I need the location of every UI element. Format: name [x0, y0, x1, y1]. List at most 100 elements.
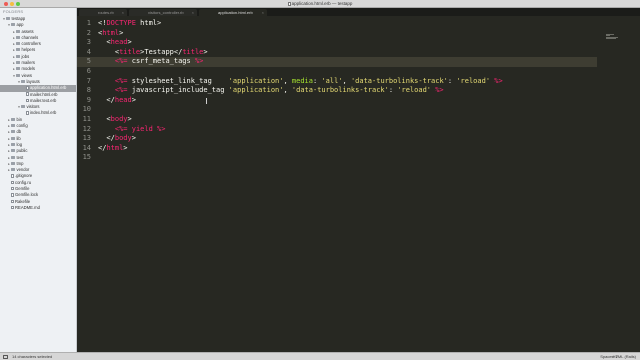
code-line[interactable]: 1 <!DOCTYPE html>: [77, 19, 597, 29]
sidebar-item-label: helpers: [21, 47, 36, 53]
code-line[interactable]: 5 <%= csrf_meta_tags %>: [77, 57, 597, 67]
sidebar-item-label: test: [16, 154, 24, 160]
line-number: 6: [86, 67, 91, 75]
line-number: 7: [86, 76, 91, 85]
code-token: >: [123, 143, 128, 152]
code-token: <: [98, 115, 111, 123]
code-line[interactable]: 15: [77, 153, 597, 163]
code-token: <%=: [114, 57, 128, 66]
syntax-setting[interactable]: HTML (Rails): [613, 353, 636, 360]
line-number: 9: [86, 95, 91, 104]
line-number: 3: [86, 38, 91, 47]
code-token: DOCTYPE: [106, 19, 136, 27]
code-token: javascript_include_tag: [127, 86, 229, 95]
code-token: 'data-turbolinks-track': [291, 86, 389, 95]
folder-icon: [11, 161, 15, 165]
sidebar-item-label: tmp: [16, 160, 24, 166]
folder-icon: [16, 54, 20, 58]
code-token: html>: [135, 19, 162, 27]
file-tree: ▾ testapp ▾ app ▸ assets ▸ channels ▸ controllers…: [0, 16, 76, 211]
code-line[interactable]: 14 </html>: [77, 144, 597, 154]
panel-toggle-icon[interactable]: [3, 354, 8, 359]
code-token: 'reload': [456, 76, 491, 85]
code-line[interactable]: 6: [77, 67, 597, 77]
code-line[interactable]: 3 <head>: [77, 38, 597, 48]
close-icon[interactable]: ×: [262, 9, 264, 16]
file-icon: [26, 111, 29, 115]
sidebar-item-label: index.html.erb: [30, 110, 57, 116]
code-token: <: [98, 38, 111, 47]
code-token: >: [127, 38, 132, 47]
file-icon: [11, 174, 14, 178]
document-icon: [287, 1, 291, 6]
code-line[interactable]: 2 <html>: [77, 29, 597, 39]
code-token: csrf_meta_tags: [127, 57, 195, 66]
code-token: media: [291, 76, 313, 85]
sidebar-item-label: Gemfile.lock: [15, 192, 39, 198]
line-number: 4: [86, 47, 91, 56]
line-number: 10: [82, 105, 91, 114]
folder-icon: [11, 117, 15, 121]
sidebar-item-label: app: [16, 22, 24, 28]
code-line[interactable]: 11 <body>: [77, 115, 597, 125]
sidebar-item-label: Rakefile: [15, 198, 31, 204]
code-token: html: [102, 28, 120, 37]
sidebar-item-label: layouts: [26, 78, 40, 84]
folder-icon: [16, 35, 20, 39]
code-token: %>: [194, 57, 204, 66]
code-line[interactable]: 4 <title>Testapp</title>: [77, 48, 597, 58]
code-token: >Testapp</: [140, 47, 183, 56]
tab-label: visitors_controller.rb: [148, 10, 184, 15]
sidebar-item-label: mailers: [21, 60, 36, 66]
code-line[interactable]: 12 <%= yield %>: [77, 125, 597, 135]
sidebar-item-label: config.ru: [15, 179, 32, 185]
code-token: </: [98, 134, 115, 143]
code-text: <!DOCTYPE html>: [98, 19, 161, 29]
sidebar-item-label: README.md: [15, 204, 40, 210]
minimap[interactable]: [606, 34, 620, 40]
close-icon[interactable]: ×: [192, 9, 194, 16]
tab-routes[interactable]: routes.rb ×: [79, 9, 127, 16]
folder-icon: [11, 155, 15, 159]
mouse-cursor-icon: [206, 98, 207, 104]
code-line[interactable]: 10: [77, 105, 597, 115]
tab-bar: routes.rb × visitors_controller.rb × app…: [77, 8, 640, 16]
line-number: 15: [82, 153, 91, 162]
sidebar-file[interactable]: README.md: [0, 205, 76, 211]
tab-application-html[interactable]: application.html.erb ×: [199, 9, 267, 16]
folder-icon: [16, 42, 20, 46]
folder-icon: [16, 29, 20, 33]
file-icon: [11, 186, 14, 191]
tab-visitors-controller[interactable]: visitors_controller.rb ×: [129, 9, 197, 16]
code-token: <%=: [114, 76, 128, 85]
code-text: </head>: [98, 96, 136, 106]
code-line[interactable]: 9 </head>: [77, 96, 597, 106]
window-title-text: application.html.erb — testapp: [291, 1, 353, 6]
line-number: 2: [86, 28, 91, 37]
sidebar-item-label: log: [16, 141, 23, 147]
tab-label: application.html.erb: [218, 10, 253, 15]
file-icon: [11, 205, 14, 210]
code-token: %>: [494, 76, 503, 85]
sidebar-item-label: jobs: [21, 53, 30, 59]
code-line[interactable]: 13 </body>: [77, 134, 597, 144]
code-token: title: [182, 47, 204, 56]
sidebar-item-label: Gemfile: [15, 186, 30, 192]
folder-icon: [6, 17, 10, 20]
close-icon[interactable]: ×: [122, 9, 124, 16]
code-token: >: [127, 115, 132, 123]
code-token: stylesheet_link_tag: [127, 76, 229, 85]
code-token: ,: [283, 86, 292, 95]
code-line[interactable]: 7 <%= stylesheet_link_tag 'application',…: [77, 77, 597, 87]
folder-icon: [21, 79, 25, 83]
code-token: >: [203, 47, 208, 56]
sidebar-item-label: views: [21, 72, 32, 78]
code-token: 'data-turbolinks-track': [350, 76, 448, 85]
sidebar-item-label: assets: [21, 28, 34, 34]
code-line[interactable]: 8 <%= javascript_include_tag 'applicatio…: [77, 86, 597, 96]
code-editor[interactable]: 1 <!DOCTYPE html> 2 <html> 3 <head> 4 <title>…: [77, 16, 640, 352]
code-text: </body>: [98, 134, 136, 144]
folder-icon: [11, 124, 15, 128]
code-text: <%= yield %>: [98, 125, 166, 135]
